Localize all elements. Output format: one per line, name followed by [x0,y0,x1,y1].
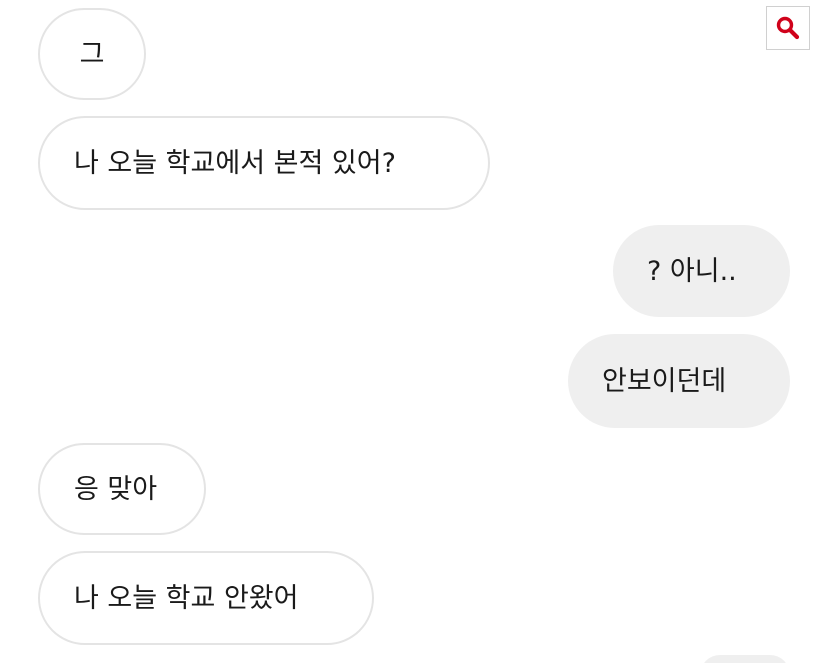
message-text: 나 오늘 학교에서 본적 있어? [74,147,396,179]
message-bubble-incoming: 그 [38,8,146,100]
message-bubble-incoming: 나 오늘 학교에서 본적 있어? [38,116,490,210]
message-text: 그 [79,38,105,70]
message-text: ? 아니.. [647,255,737,287]
message-bubble-outgoing-partial [700,655,790,663]
message-bubble-incoming: 나 오늘 학교 안왔어 [38,551,374,645]
message-bubble-outgoing: ? 아니.. [613,225,790,317]
message-text: 응 맞아 [74,473,158,505]
message-bubble-outgoing: 안보이던데 [568,334,790,428]
message-bubble-incoming: 응 맞아 [38,443,206,535]
message-text: 안보이던데 [602,365,727,397]
search-button[interactable] [766,6,810,50]
search-icon [776,16,800,40]
message-text: 나 오늘 학교 안왔어 [74,582,299,614]
chat-conversation: 그 나 오늘 학교에서 본적 있어? ? 아니.. 안보이던데 응 맞아 나 오… [0,0,835,663]
